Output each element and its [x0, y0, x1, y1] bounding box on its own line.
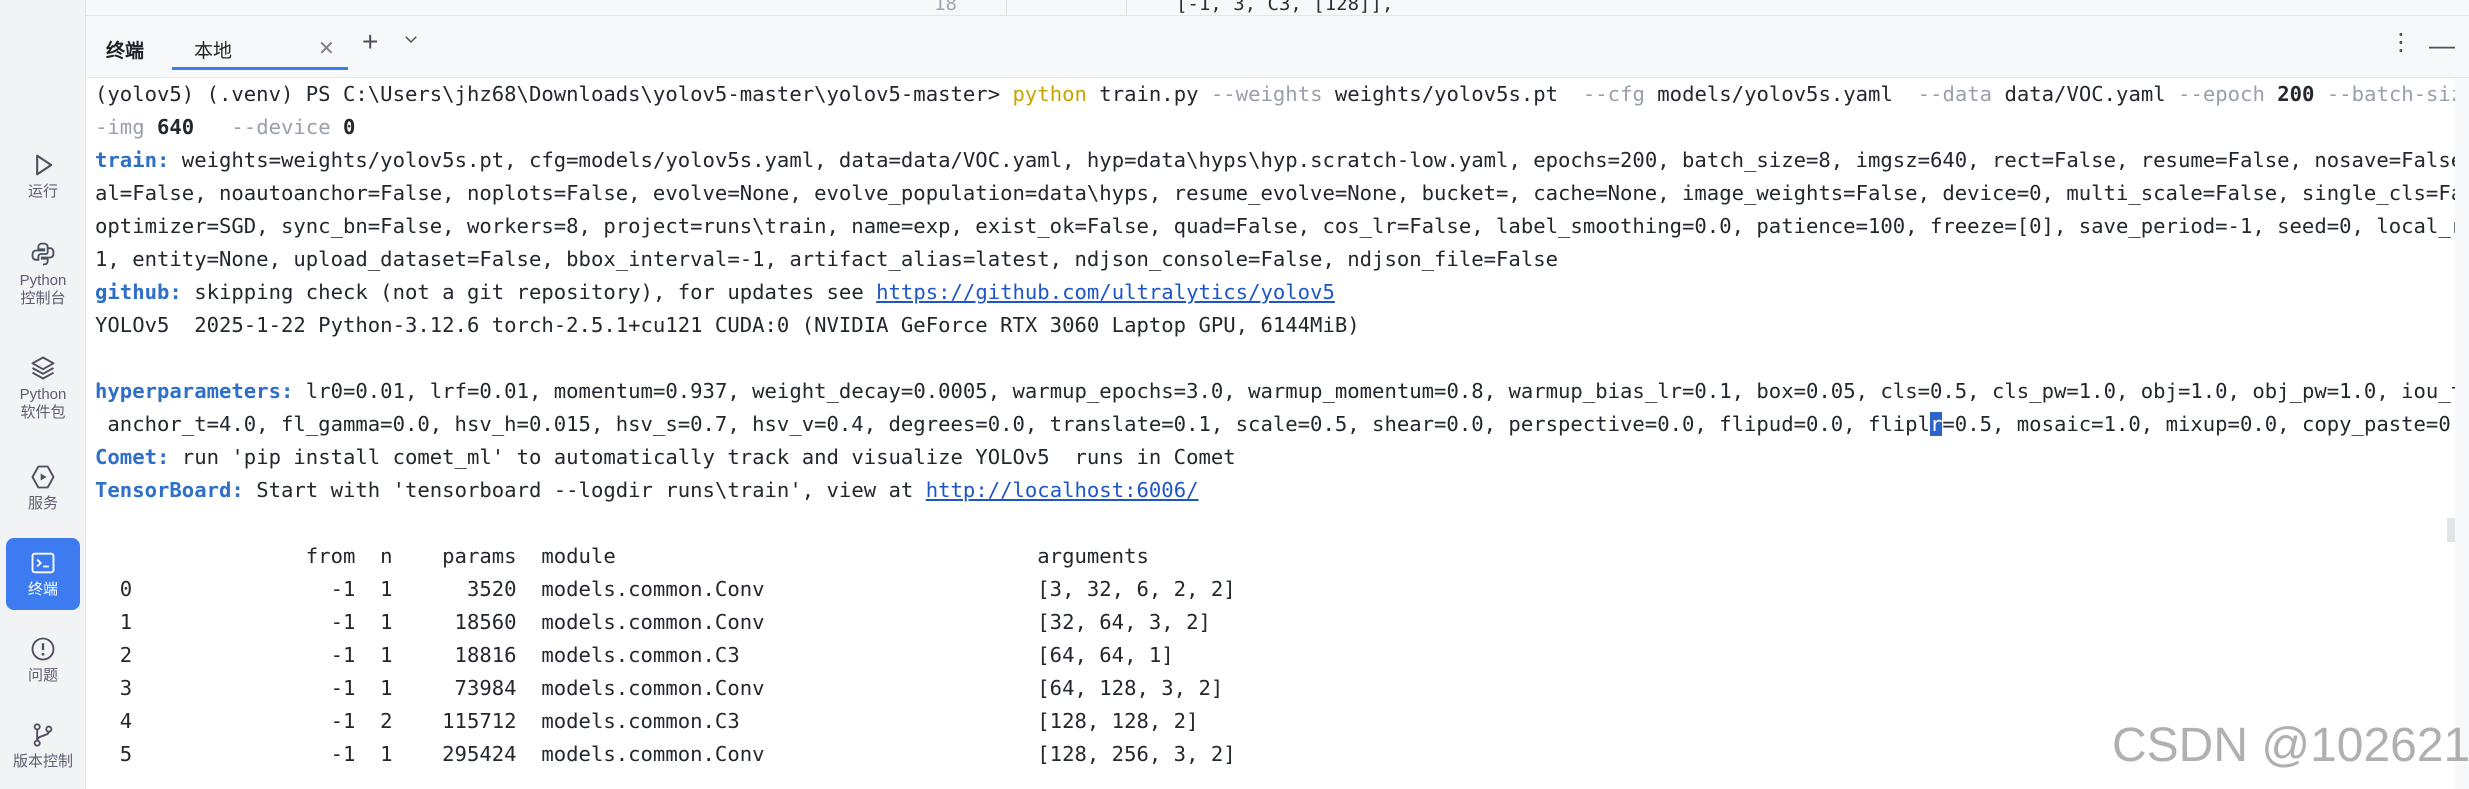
services-icon [31, 465, 55, 489]
chevron-down-icon[interactable] [402, 30, 420, 53]
model-table-row: 5 -1 1 295424 models.common.Conv [128, 2… [95, 742, 1236, 766]
editor-divider [1006, 0, 1007, 15]
hyperparameters-line-1: hyperparameters: lr0=0.01, lrf=0.01, mom… [95, 375, 2455, 408]
hyperparameters-key: hyperparameters: [95, 379, 294, 403]
model-table-row: 1 -1 1 18560 models.common.Conv [32, 64,… [95, 610, 1211, 634]
tool-python-packages-label-2: 软件包 [20, 404, 66, 421]
train-line-1: train: weights=weights/yolov5s.pt, cfg=m… [95, 144, 2455, 177]
hyperparameters-line-2: anchor_t=4.0, fl_gamma=0.0, hsv_h=0.015,… [95, 408, 2455, 441]
prompt: (yolov5) (.venv) PS C:\Users\jhz68\Downl… [95, 82, 1013, 106]
command-arg-part: train.py [1086, 82, 1211, 106]
command-arg-part: --batch-size [2326, 82, 2455, 106]
editor-peek: 18 [-1, 3, C3, [128]], [86, 0, 2469, 16]
train-line-4: 1, entity=None, upload_dataset=False, bb… [95, 247, 1559, 271]
comet-text: run 'pip install comet_ml' to automatica… [169, 445, 1236, 469]
command-arg-part: data/VOC.yaml [1992, 82, 2179, 106]
command-name: python [1012, 82, 1087, 106]
hyperparameters-text-1: lr0=0.01, lrf=0.01, momentum=0.937, weig… [293, 379, 2455, 403]
tool-python-console-label-1: Python [19, 272, 67, 289]
tab-local-label: 本地 [194, 41, 233, 62]
arg-device: --device [206, 115, 331, 139]
vcs-icon [33, 723, 53, 747]
tool-services[interactable]: 服务 [6, 452, 80, 524]
close-icon[interactable]: ✕ [318, 36, 335, 61]
tool-python-packages[interactable]: Python 软件包 [6, 340, 80, 436]
hyperparameters-text-2b: =0.5, mosaic=1.0, mixup=0.0, copy_paste=… [1942, 412, 2455, 436]
train-line-2: al=False, noautoanchor=False, noplots=Fa… [95, 181, 2455, 205]
arg-device-value: 0 [330, 115, 356, 139]
github-text: skipping check (not a git repository), f… [181, 280, 877, 304]
problems-icon [31, 637, 55, 661]
command-arg-part: --weights [1210, 82, 1323, 106]
terminal-output[interactable]: (yolov5) (.venv) PS C:\Users\jhz68\Downl… [86, 78, 2455, 789]
watermark: CSDN @102621 [2112, 719, 2469, 772]
tensorboard-text: Start with 'tensorboard --logdir runs\tr… [243, 478, 926, 502]
yolo-version-line: YOLOv5 2025-1-22 Python-3.12.6 torch-2.5… [95, 313, 1360, 337]
scrollbar-marker[interactable] [2447, 518, 2455, 542]
tool-window-strip: 运行 Python 控制台 Python 软件包 服务 终端 问题 版本控制 [0, 0, 86, 789]
run-icon [36, 154, 53, 176]
command-arg-part: 200 [2264, 82, 2327, 106]
tool-python-packages-label-1: Python [19, 386, 67, 403]
train-key: train: [95, 148, 170, 172]
hyperparameters-text-2a: anchor_t=4.0, fl_gamma=0.0, hsv_h=0.015,… [95, 412, 1930, 436]
github-line: github: skipping check (not a git reposi… [95, 276, 1335, 309]
command-line: (yolov5) (.venv) PS C:\Users\jhz68\Downl… [95, 78, 2455, 111]
model-table-row: 4 -1 2 115712 models.common.C3 [128, 128… [95, 709, 1199, 733]
terminal-title: 终端 [106, 41, 145, 62]
tool-terminal[interactable]: 终端 [6, 538, 80, 610]
command-arg-part: models/yolov5s.yaml [1644, 82, 1918, 106]
editor-gutter-divider [1126, 0, 1127, 15]
editor-code-line: [-1, 3, C3, [128]], [1176, 0, 1394, 15]
command-arg-part: --cfg [1582, 82, 1645, 106]
tensorboard-line: TensorBoard: Start with 'tensorboard --l… [95, 474, 1199, 507]
tensorboard-key: TensorBoard: [95, 478, 244, 502]
command-arg-part: weights/yolov5s.pt [1322, 82, 1583, 106]
arg-img: -img [95, 115, 145, 139]
tensorboard-link[interactable]: http://localhost:6006/ [926, 478, 1199, 502]
terminal-icon [31, 552, 55, 574]
plus-icon[interactable]: + [362, 26, 378, 58]
terminal-tab-bar: 终端 本地 ✕ + ⋮ — [86, 16, 2469, 78]
tool-services-label: 服务 [27, 495, 58, 512]
train-text-1: weights=weights/yolov5s.pt, cfg=models/y… [169, 148, 2455, 172]
arg-img-value: 640 [144, 115, 207, 139]
comet-line: Comet: run 'pip install comet_ml' to aut… [95, 441, 1236, 474]
model-table-row: 0 -1 1 3520 models.common.Conv [3, 32, 6… [95, 577, 1236, 601]
tool-run-label: 运行 [27, 183, 58, 200]
python-console-icon [31, 242, 55, 266]
tool-run[interactable]: 运行 [6, 140, 80, 212]
command-arg-part: --epoch [2178, 82, 2265, 106]
tool-python-console-label-2: 控制台 [20, 290, 66, 307]
more-options-icon[interactable]: ⋮ [2389, 28, 2413, 57]
tab-local[interactable]: 本地 ✕ [172, 24, 348, 70]
text-selection: r [1929, 412, 1943, 436]
comet-key: Comet: [95, 445, 170, 469]
tool-terminal-label: 终端 [27, 581, 58, 598]
tool-problems[interactable]: 问题 [6, 624, 80, 696]
minimize-icon[interactable]: — [2429, 30, 2455, 61]
model-table-row: 3 -1 1 73984 models.common.Conv [64, 128… [95, 676, 1224, 700]
train-line-3: optimizer=SGD, sync_bn=False, workers=8,… [95, 214, 2455, 238]
model-table-header: from n params module arguments [95, 544, 1149, 568]
tool-python-console[interactable]: Python 控制台 [6, 226, 80, 322]
tool-vcs-label: 版本控制 [12, 753, 73, 770]
model-table-row: 2 -1 1 18816 models.common.C3 [64, 64, 1… [95, 643, 1174, 667]
command-line-wrap: -img 640 --device 0 [95, 111, 355, 144]
command-arg-part: --data [1917, 82, 1993, 106]
tool-problems-label: 问题 [27, 667, 58, 684]
python-packages-icon [31, 356, 55, 380]
command-args: train.py --weights weights/yolov5s.pt --… [1087, 82, 2455, 106]
github-link[interactable]: https://github.com/ultralytics/yolov5 [876, 280, 1335, 304]
tool-vcs[interactable]: 版本控制 [6, 710, 80, 782]
github-key: github: [95, 280, 182, 304]
editor-line-number: 18 [934, 0, 957, 15]
